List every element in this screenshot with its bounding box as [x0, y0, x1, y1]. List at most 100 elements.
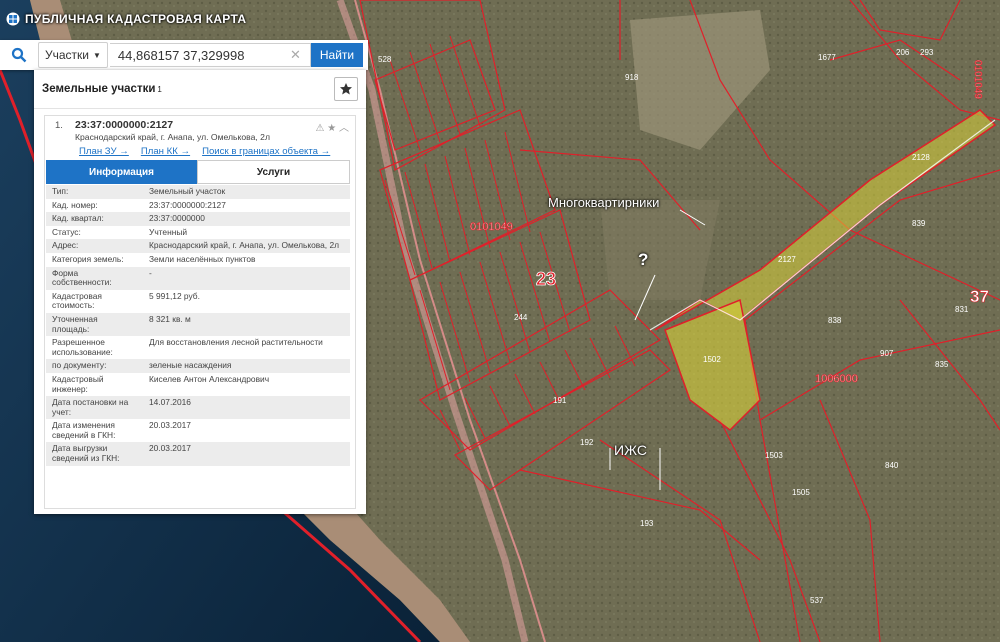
search-type-label: Участки — [45, 48, 89, 62]
row-key: по документу: — [46, 359, 143, 373]
row-value: Учтенный — [143, 225, 350, 240]
row-key: Кад. номер: — [46, 198, 143, 213]
label-193: 193 — [640, 519, 654, 528]
result-item: 1. 23:37:0000000:2127 Краснодарский край… — [44, 115, 356, 509]
row-key: Кадастровый инженер: — [46, 372, 143, 397]
star-icon[interactable]: ★ — [327, 123, 336, 134]
label-1677: 1677 — [818, 53, 836, 62]
app-header: ПУБЛИЧНАЯ КАДАСТРОВАЯ КАРТА — [0, 0, 366, 38]
label-191: 191 — [553, 396, 567, 405]
label-907: 907 — [880, 349, 894, 358]
label-528: 528 — [378, 55, 392, 64]
plan-zu-link[interactable]: План ЗУ → — [79, 146, 129, 157]
table-row: Дата выгрузки сведений из ГКН: 20.03.2017 — [46, 442, 350, 466]
label-835: 835 — [935, 360, 949, 369]
label-839: 839 — [912, 219, 926, 228]
collapse-icon[interactable]: ︿ — [339, 123, 349, 134]
label-quarter-1006000: 1006000 — [815, 373, 858, 385]
table-row: Кадастровая стоимость: 5 991,12 руб. — [46, 289, 350, 313]
bare-area — [600, 200, 720, 300]
row-key: Адрес: — [46, 239, 143, 253]
table-row: Кад. квартал: 23:37:0000000 — [46, 212, 350, 226]
row-key: Уточненная площадь: — [46, 312, 143, 337]
results-title: Земельные участки — [42, 83, 156, 95]
tab-info[interactable]: Информация — [46, 160, 197, 184]
table-row: Разрешенное использование: Для восстановл… — [46, 336, 350, 360]
label-2128: 2128 — [912, 153, 930, 162]
label-293: 293 — [920, 48, 934, 57]
row-value: 14.07.2016 — [143, 396, 350, 420]
label-192: 192 — [580, 438, 594, 447]
search-icon[interactable] — [0, 40, 38, 70]
search-bar: Участки ▼ ✕ Найти — [0, 40, 368, 70]
row-value: Краснодарский край, г. Анапа, ул. Омельк… — [143, 239, 350, 253]
table-row: Кад. номер: 23:37:0000000:2127 — [46, 198, 350, 213]
row-key: Статус: — [46, 225, 143, 240]
label-quarter-0101049-side: 0101049 — [972, 60, 983, 99]
row-value: зеленые насаждения — [143, 359, 350, 373]
table-row: Адрес: Краснодарский край, г. Анапа, ул. … — [46, 239, 350, 253]
label-918: 918 — [625, 73, 639, 82]
row-value: 20.03.2017 — [143, 419, 350, 443]
info-table: Тип: Земельный участок Кад. номер: 23:37:0… — [46, 185, 350, 466]
row-value: 20.03.2017 — [143, 442, 350, 466]
label-206: 206 — [896, 48, 910, 57]
row-key: Тип: — [46, 185, 143, 199]
label-840: 840 — [885, 461, 899, 470]
row-value: 5 991,12 руб. — [143, 289, 350, 313]
row-value: - — [143, 266, 350, 290]
result-index: 1. — [55, 120, 63, 131]
label-1502: 1502 — [703, 355, 721, 364]
find-button[interactable]: Найти — [311, 43, 363, 67]
row-key: Дата изменения сведений в ГКН: — [46, 419, 143, 443]
label-537: 537 — [810, 596, 824, 605]
result-cadastral-number[interactable]: 23:37:0000000:2127 — [75, 119, 173, 131]
label-838: 838 — [828, 316, 842, 325]
row-key: Разрешенное использование: — [46, 336, 143, 360]
row-value: Земельный участок — [143, 185, 350, 199]
table-row: Тип: Земельный участок — [46, 185, 350, 199]
result-links: План ЗУ → План КК → Поиск в границах объ… — [79, 146, 330, 157]
result-tabs: Информация Услуги — [46, 160, 350, 184]
row-value: Земли населённых пунктов — [143, 252, 350, 267]
annotation-izhs: ИЖС — [614, 442, 647, 458]
search-bounds-link[interactable]: Поиск в границах объекта → — [202, 146, 330, 157]
results-panel: Земельные участки 1 1. 23:37:0000000:212… — [34, 70, 366, 514]
result-address: Краснодарский край, г. Анапа, ул. Омельк… — [75, 132, 270, 142]
tab-services[interactable]: Услуги — [197, 160, 350, 184]
table-row: Дата изменения сведений в ГКН: 20.03.2017 — [46, 419, 350, 443]
results-header: Земельные участки 1 — [34, 70, 366, 109]
warning-icon[interactable]: ⚠ — [316, 123, 325, 134]
label-244: 244 — [514, 313, 528, 322]
row-value: 8 321 кв. м — [143, 312, 350, 337]
table-row: Статус: Учтенный — [46, 225, 350, 240]
row-key: Категория земель: — [46, 252, 143, 267]
search-input[interactable] — [109, 43, 311, 67]
table-row: Форма собственности: - — [46, 266, 350, 290]
label-831: 831 — [955, 305, 969, 314]
row-key: Кадастровая стоимость: — [46, 289, 143, 313]
row-value-link[interactable]: 23:37:0000000:2127 — [143, 198, 350, 213]
search-type-dropdown[interactable]: Участки ▼ — [38, 42, 108, 68]
table-row: Категория земель: Земли населённых пункто… — [46, 252, 350, 267]
row-key: Дата выгрузки сведений из ГКН: — [46, 442, 143, 466]
annotation-question: ? — [638, 250, 649, 269]
star-icon — [340, 83, 352, 95]
label-quarter-37: 37 — [970, 287, 989, 306]
table-row: Кадастровый инженер: Киселев Антон Алекса… — [46, 372, 350, 397]
row-value-link[interactable]: 23:37:0000000 — [143, 212, 350, 226]
row-value: Киселев Антон Александрович — [143, 372, 350, 397]
label-2127: 2127 — [778, 255, 796, 264]
label-1505: 1505 — [792, 488, 810, 497]
table-row: по документу: зеленые насаждения — [46, 359, 350, 373]
app-title: ПУБЛИЧНАЯ КАДАСТРОВАЯ КАРТА — [25, 12, 247, 26]
app-logo-icon — [6, 12, 20, 26]
plan-kk-link[interactable]: План КК → — [141, 146, 190, 157]
table-row: Дата постановки на учет: 14.07.2016 — [46, 396, 350, 420]
clear-icon[interactable]: ✕ — [290, 47, 301, 63]
label-quarter-23: 23 — [536, 269, 556, 289]
favorites-star-button[interactable] — [334, 77, 358, 101]
label-1503: 1503 — [765, 451, 783, 460]
results-count: 1 — [157, 84, 162, 94]
row-key: Дата постановки на учет: — [46, 396, 143, 420]
